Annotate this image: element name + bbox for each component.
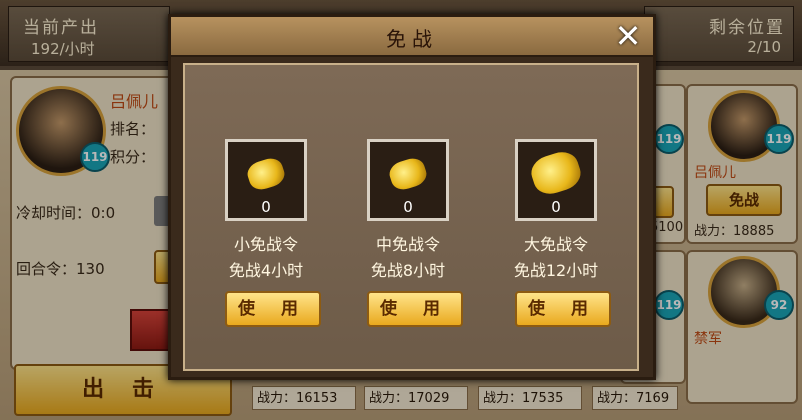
item-slot[interactable]: 0: [367, 139, 449, 221]
modal-title-bar: 免战 ✕: [171, 17, 653, 57]
token-icon: [527, 147, 585, 199]
token-icon: [386, 155, 430, 193]
item-slot[interactable]: 0: [225, 139, 307, 221]
item-name: 中免战令: [375, 235, 440, 254]
token-icon: [244, 155, 288, 193]
item-name: 大免战令: [523, 235, 588, 254]
item-medium: 0 中免战令 免战8小时 使 用: [327, 65, 477, 327]
item-name: 小免战令: [233, 235, 298, 254]
exempt-modal: 免战 ✕ 0 小免战令 免战4小时 使 用 0 中免战令 免战8小时 使 用 0: [168, 14, 656, 380]
item-desc: 免战8小时: [370, 261, 446, 280]
close-icon[interactable]: ✕: [611, 19, 645, 53]
item-desc: 免战4小时: [228, 261, 304, 280]
use-button[interactable]: 使 用: [515, 291, 611, 327]
use-button[interactable]: 使 用: [225, 291, 321, 327]
modal-body: 0 小免战令 免战4小时 使 用 0 中免战令 免战8小时 使 用 0 大免战令…: [183, 63, 639, 371]
item-count: 0: [403, 198, 413, 216]
item-desc: 免战12小时: [513, 261, 599, 280]
item-slot[interactable]: 0: [515, 139, 597, 221]
item-large: 0 大免战令 免战12小时 使 用: [475, 65, 625, 327]
item-small: 0 小免战令 免战4小时 使 用: [185, 65, 335, 327]
item-count: 0: [261, 198, 271, 216]
modal-title: 免战: [386, 27, 438, 51]
use-button[interactable]: 使 用: [367, 291, 463, 327]
item-count: 0: [551, 198, 561, 216]
